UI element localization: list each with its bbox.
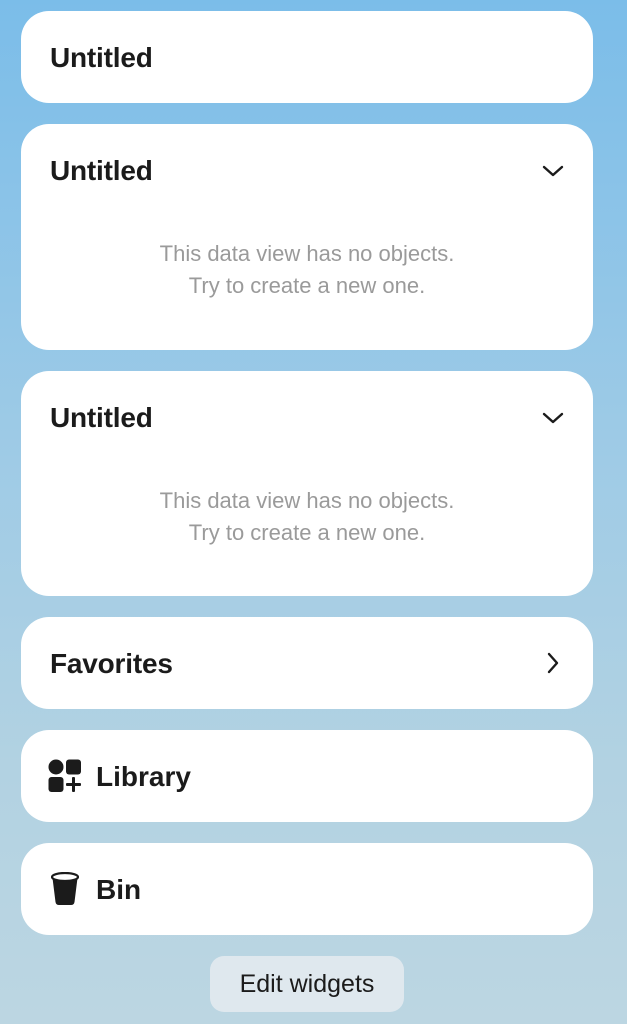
empty-state-line-2: Try to create a new one. <box>188 273 426 298</box>
widget-untitled-1[interactable]: Untitled <box>21 11 593 103</box>
empty-state-line-1: This data view has no objects. <box>159 241 455 266</box>
widget-bin[interactable]: Bin <box>21 843 593 935</box>
empty-state-message: This data view has no objects. Try to cr… <box>21 485 593 549</box>
widget-untitled-3: Untitled This data view has no objects. … <box>21 371 593 596</box>
widget-title: Favorites <box>50 648 173 679</box>
empty-state-line-1: This data view has no objects. <box>159 488 455 513</box>
empty-state-message: This data view has no objects. Try to cr… <box>21 238 593 302</box>
widget-title: Library <box>96 761 191 792</box>
edit-widgets-button[interactable]: Edit widgets <box>210 956 404 1012</box>
empty-state-line-2: Try to create a new one. <box>188 520 426 545</box>
widget-untitled-2: Untitled This data view has no objects. … <box>21 124 593 350</box>
chevron-right-icon <box>539 649 567 677</box>
widget-title[interactable]: Untitled <box>50 404 153 432</box>
widget-library[interactable]: Library <box>21 730 593 822</box>
widget-title: Bin <box>96 874 142 905</box>
chevron-down-icon[interactable] <box>539 404 567 432</box>
widget-title[interactable]: Untitled <box>50 157 153 185</box>
widget-favorites[interactable]: Favorites <box>21 617 593 709</box>
widget-title: Untitled <box>50 42 153 73</box>
library-shapes-icon <box>48 759 82 793</box>
chevron-down-icon[interactable] <box>539 157 567 185</box>
bin-icon <box>48 872 82 906</box>
